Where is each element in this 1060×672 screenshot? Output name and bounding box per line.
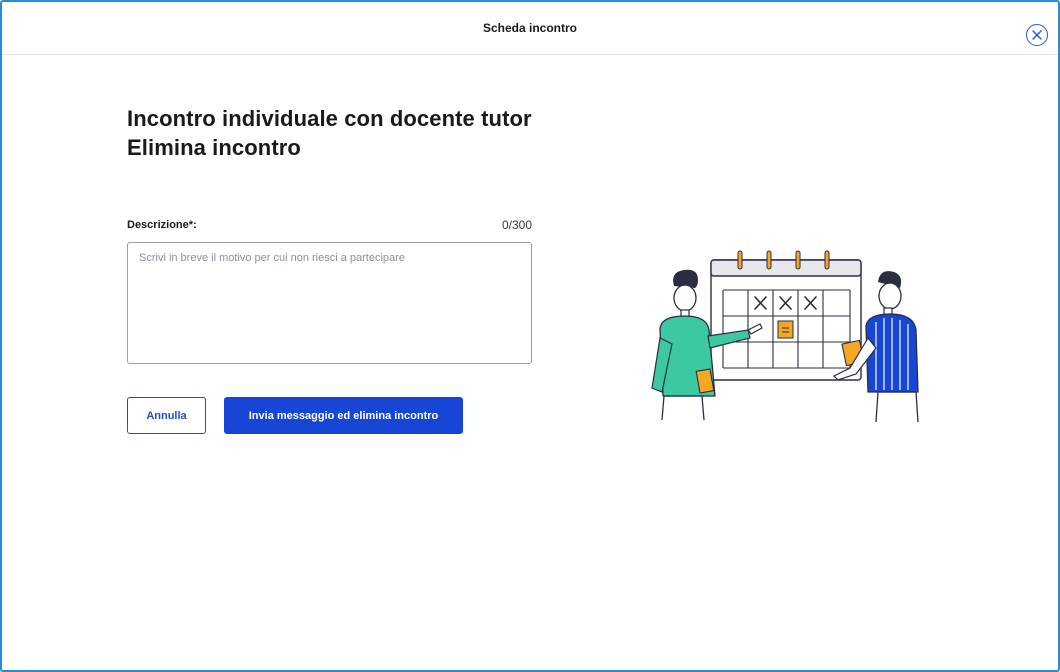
modal-dialog: Scheda incontro Incontro individuale con… [0, 0, 1060, 672]
modal-header: Scheda incontro [2, 2, 1058, 55]
modal-title: Scheda incontro [482, 21, 577, 35]
description-label: Descrizione*: [127, 219, 197, 231]
description-field-header: Descrizione*: 0/300 [127, 218, 532, 232]
form-section: Incontro individuale con docente tutor E… [127, 104, 537, 434]
calendar-icon [710, 250, 862, 381]
close-button[interactable] [1026, 24, 1048, 46]
page-title-line2: Elimina incontro [127, 135, 301, 160]
meeting-calendar-illustration [651, 250, 919, 423]
character-counter: 0/300 [501, 218, 532, 232]
page-title: Incontro individuale con docente tutor E… [127, 104, 537, 162]
form-actions: Annulla Invia messaggio ed elimina incon… [127, 397, 537, 434]
description-textarea[interactable] [127, 242, 532, 364]
submit-delete-button[interactable]: Invia messaggio ed elimina incontro [224, 397, 463, 434]
page-title-line1: Incontro individuale con docente tutor [127, 106, 532, 131]
close-icon [1032, 30, 1042, 40]
cancel-button[interactable]: Annulla [127, 397, 206, 434]
